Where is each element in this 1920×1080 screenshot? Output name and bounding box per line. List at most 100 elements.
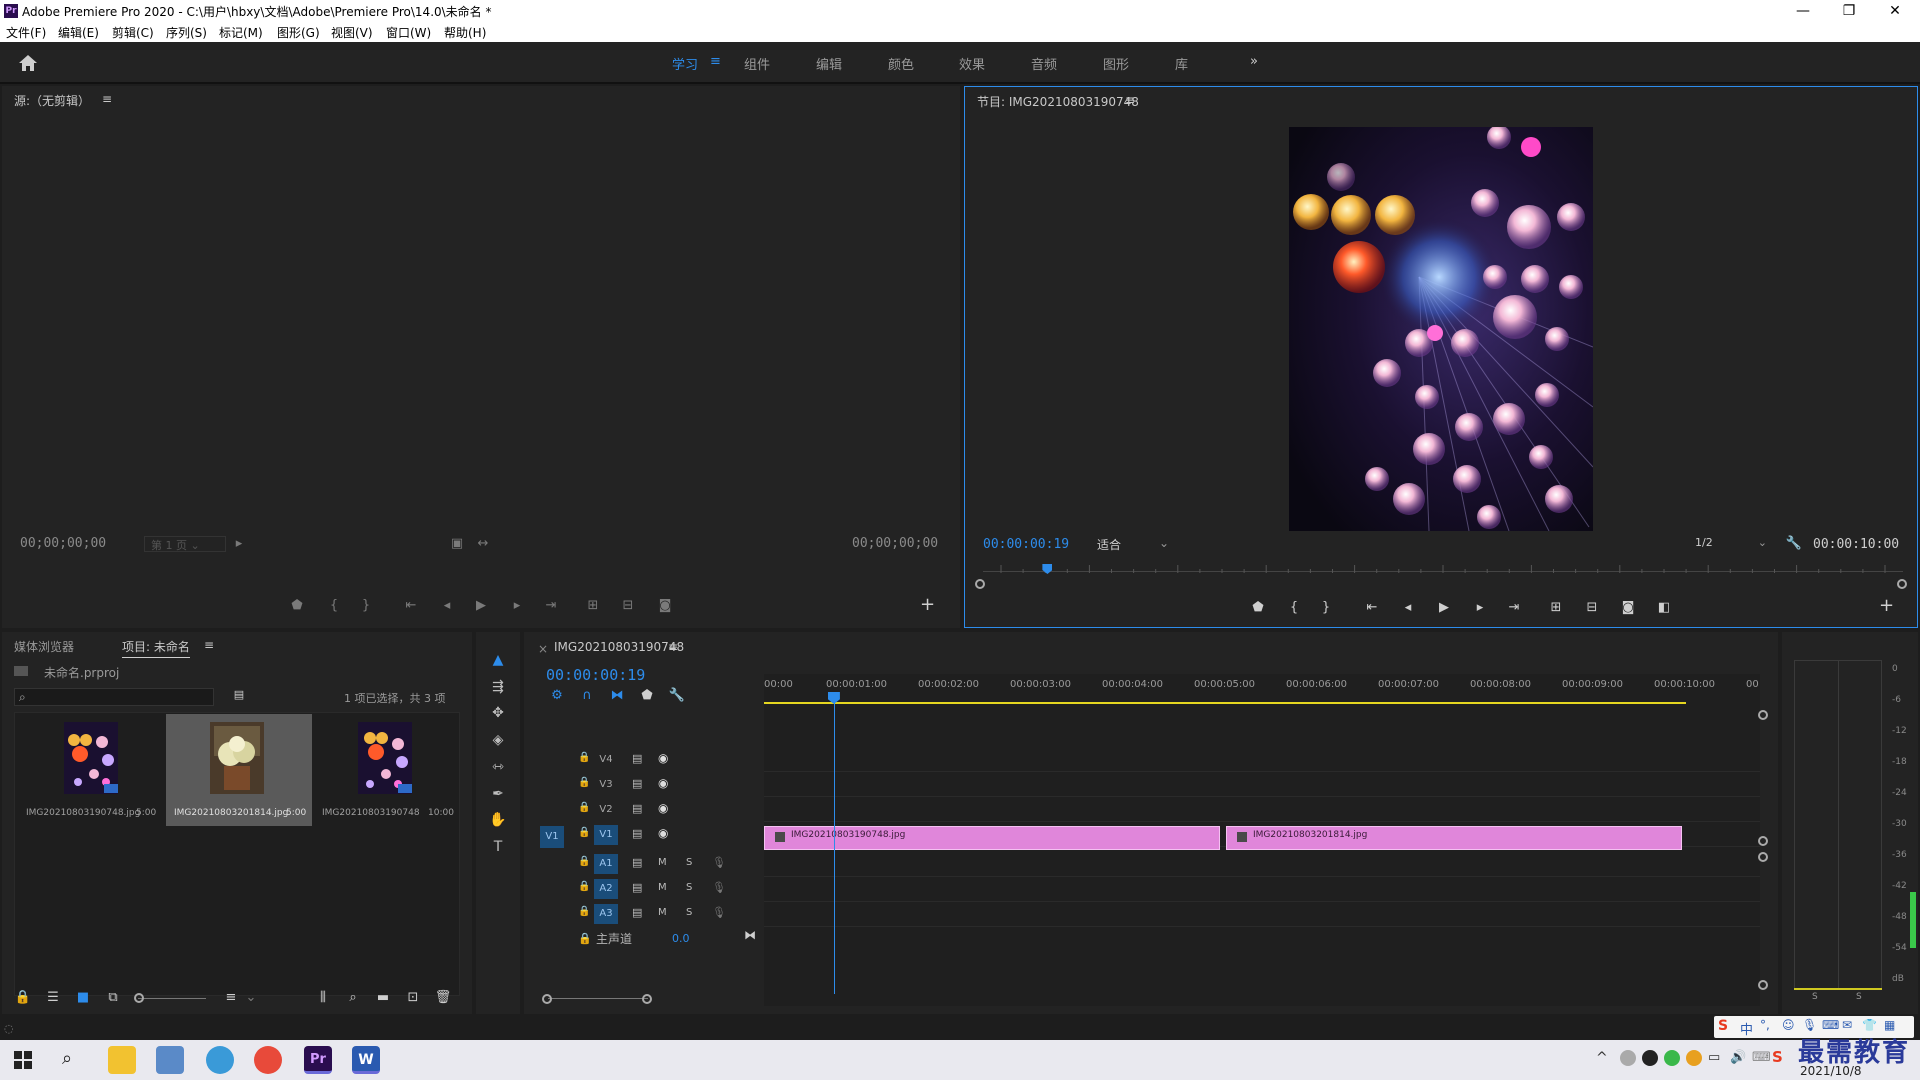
menu-graphics[interactable]: 图形(G) — [277, 24, 320, 41]
icon-view-icon[interactable]: ■ — [74, 990, 92, 1005]
program-fit-dropdown[interactable]: 适合 ⌄ — [1093, 536, 1173, 554]
overwrite-icon[interactable]: ⊟ — [619, 598, 637, 613]
track-label-v3[interactable]: V3 — [594, 775, 618, 795]
export-frame-icon[interactable]: ◙ — [1619, 600, 1637, 615]
mute-button[interactable]: M — [658, 857, 667, 868]
linked-selection-icon[interactable]: ⧓ — [608, 688, 626, 703]
tray-app2-icon[interactable] — [1686, 1050, 1702, 1066]
slip-tool-icon[interactable]: ⇿ — [488, 759, 508, 775]
sort-icon[interactable]: ≡ — [222, 990, 240, 1005]
timeline-timecode[interactable]: 00:00:00:19 — [546, 666, 645, 684]
workspace-tab-assembly[interactable]: 组件 — [744, 54, 770, 73]
menu-marker[interactable]: 标记(M) — [219, 24, 263, 41]
razor-tool-icon[interactable]: ◈ — [488, 732, 508, 748]
zoom-slider-handle[interactable] — [134, 993, 144, 1003]
solo-button[interactable]: S — [686, 857, 692, 868]
track-select-tool-icon[interactable]: ⇶ — [488, 679, 508, 695]
program-timecode-current[interactable]: 00:00:00:19 — [983, 537, 1069, 552]
tray-sogou-icon[interactable]: S — [1772, 1048, 1783, 1066]
nest-toggle-icon[interactable]: ⚙ — [548, 688, 566, 703]
tab-media-browser[interactable]: 媒体浏览器 — [14, 638, 74, 655]
track-label-v2[interactable]: V2 — [594, 800, 618, 820]
solo-right-button[interactable]: S — [1856, 992, 1862, 1002]
step-back-icon[interactable]: ◂ — [1399, 600, 1417, 615]
program-timecode-duration[interactable]: 00:00:10:00 — [1813, 537, 1899, 552]
close-icon[interactable]: ✕ — [1872, 0, 1918, 22]
workspace-tab-editing[interactable]: 编辑 — [816, 54, 842, 73]
selection-tool-icon[interactable]: ▲ — [488, 652, 508, 668]
track-lock-icon[interactable]: 🔒 — [578, 856, 590, 867]
new-bin-search-icon[interactable]: ▤ — [230, 688, 248, 701]
mute-button[interactable]: M — [658, 907, 667, 918]
panel-menu-icon[interactable]: ≡ — [204, 638, 214, 652]
source-settings-icon[interactable]: ▣ — [448, 536, 466, 551]
menu-window[interactable]: 窗口(W) — [386, 24, 431, 41]
play-icon[interactable]: ▶ — [1435, 600, 1453, 615]
windows-start-icon[interactable] — [14, 1051, 32, 1069]
project-search-input[interactable]: ⌕ — [14, 688, 214, 706]
source-timecode-out[interactable]: 00;00;00;00 — [852, 536, 938, 551]
project-item-sequence[interactable]: IMG20210803190748 10:00 — [316, 714, 462, 826]
ime-punct-icon[interactable]: °, — [1760, 1018, 1770, 1032]
app-icon-pad[interactable] — [156, 1046, 184, 1074]
sync-lock-icon[interactable]: ▤ — [632, 777, 642, 790]
workspace-tab-learn[interactable]: 学习 — [672, 54, 698, 73]
menu-file[interactable]: 文件(F) — [6, 24, 46, 41]
zoom-handle-left[interactable] — [975, 579, 985, 589]
work-area-bar[interactable] — [764, 702, 1686, 704]
home-icon[interactable] — [18, 54, 38, 72]
toggle-output-eye-icon[interactable]: ◉ — [658, 751, 668, 765]
track-label-a1[interactable]: A1 — [594, 854, 618, 874]
project-item-image-2[interactable]: IMG20210803201814.jpg 5:00 — [166, 714, 312, 826]
master-end-icon[interactable]: ⧓ — [744, 928, 756, 942]
chevron-down-icon[interactable]: ⌄ — [242, 990, 260, 1005]
zoom-handle-right[interactable] — [1897, 579, 1907, 589]
workspace-tab-libraries[interactable]: 库 — [1175, 54, 1188, 73]
ime-voice-icon[interactable]: 🎙 — [1802, 1018, 1817, 1032]
menu-edit[interactable]: 编辑(E) — [58, 24, 99, 41]
workspace-menu-icon[interactable]: ≡ — [710, 54, 721, 69]
menu-sequence[interactable]: 序列(S) — [166, 24, 207, 41]
timeline-playhead-line[interactable] — [833, 694, 835, 994]
timeline-clip[interactable]: IMG20210803190748.jpg — [764, 826, 1220, 850]
mark-out-icon[interactable]: } — [357, 598, 375, 613]
program-resolution-dropdown[interactable]: 1/2 ⌄ — [1691, 536, 1771, 554]
workspace-tab-color[interactable]: 颜色 — [888, 54, 914, 73]
solo-left-button[interactable]: S — [1812, 992, 1818, 1002]
track-label-v1[interactable]: V1 — [594, 825, 618, 845]
toggle-output-eye-icon[interactable]: ◉ — [658, 826, 668, 840]
mark-out-icon[interactable]: } — [1317, 600, 1335, 615]
ime-skin-icon[interactable]: ✉ — [1842, 1018, 1852, 1032]
tray-qq-icon[interactable] — [1642, 1050, 1658, 1066]
premiere-taskbar-icon[interactable]: Pr — [304, 1046, 332, 1074]
lock-icon[interactable]: 🔒 — [14, 990, 32, 1005]
tray-security-icon[interactable] — [1664, 1050, 1680, 1066]
sync-lock-icon[interactable]: ▤ — [632, 856, 642, 869]
pen-tool-icon[interactable]: ✒ — [488, 786, 508, 802]
step-forward-icon[interactable]: ▸ — [508, 598, 526, 613]
add-marker-icon[interactable]: ⬟ — [288, 598, 306, 613]
lock-icon[interactable]: 🔒 — [578, 932, 592, 945]
new-bin-icon[interactable]: ▬ — [374, 990, 392, 1005]
track-lock-icon[interactable]: 🔒 — [578, 752, 590, 763]
mute-button[interactable]: M — [658, 882, 667, 893]
ime-keyboard-icon[interactable]: ⌨ — [1822, 1018, 1839, 1032]
play-icon[interactable]: ▶ — [472, 598, 490, 613]
solo-button[interactable]: S — [686, 882, 692, 893]
list-view-icon[interactable]: ☰ — [44, 990, 62, 1005]
automate-to-sequence-icon[interactable]: ⫼ — [314, 990, 332, 1005]
add-marker-icon[interactable]: ⬟ — [1249, 600, 1267, 615]
freeform-view-icon[interactable]: ⧉ — [104, 990, 122, 1005]
source-page-dropdown[interactable]: 第 1 页 ⌄ — [144, 536, 226, 552]
video-scroll-handle-top[interactable] — [1758, 710, 1768, 720]
file-explorer-icon[interactable] — [108, 1046, 136, 1074]
mark-in-icon[interactable]: { — [325, 598, 343, 613]
add-marker-icon[interactable]: ⬟ — [638, 688, 656, 703]
tray-app-icon[interactable] — [1620, 1050, 1636, 1066]
ie-browser-icon[interactable] — [206, 1046, 234, 1074]
word-taskbar-icon[interactable]: W — [352, 1046, 380, 1074]
voiceover-mic-icon[interactable]: 🎙 — [712, 881, 726, 894]
voiceover-mic-icon[interactable]: 🎙 — [712, 856, 726, 869]
audio-scroll-handle-bottom[interactable] — [1758, 980, 1768, 990]
sync-lock-icon[interactable]: ▤ — [632, 881, 642, 894]
